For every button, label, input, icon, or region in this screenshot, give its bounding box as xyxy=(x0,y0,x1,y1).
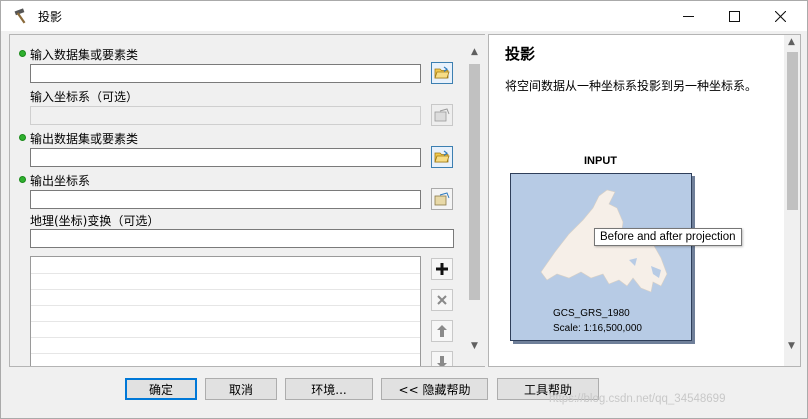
input-dataset-field[interactable] xyxy=(30,64,421,83)
diagram-input-label: INPUT xyxy=(584,155,617,167)
add-button[interactable] xyxy=(431,258,453,280)
cancel-button[interactable]: 取消 xyxy=(205,378,277,400)
scroll-down-icon[interactable]: ▼ xyxy=(471,341,478,351)
coordinate-system-icon xyxy=(434,192,450,206)
input-crs-properties-button[interactable] xyxy=(431,104,453,126)
remove-icon xyxy=(437,295,447,305)
output-dataset-field[interactable] xyxy=(30,148,421,167)
scroll-down-icon[interactable]: ▼ xyxy=(788,341,795,351)
input-map-illustration: GCS_GRS_1980 Scale: 1:16,500,000 xyxy=(510,173,692,341)
environments-button[interactable]: 环境... xyxy=(285,378,373,400)
output-crs-label: 输出坐标系 xyxy=(30,174,91,188)
transform-list[interactable] xyxy=(30,256,421,366)
tool-dialog: 投影 输入数据集或要素类 输入坐标系（可选） 输出数据集或要素类 输出坐标系 地… xyxy=(0,0,808,419)
transform-label: 地理(坐标)变换（可选） xyxy=(30,214,160,228)
close-icon xyxy=(774,10,786,22)
scroll-up-icon[interactable]: ▲ xyxy=(788,37,795,47)
input-dataset-label: 输入数据集或要素类 xyxy=(30,48,139,62)
watermark-text: https://blog.csdn.net/qq_34548699 xyxy=(549,393,726,405)
required-indicator-icon xyxy=(19,50,26,57)
map-gcs-label: GCS_GRS_1980 xyxy=(553,308,630,319)
input-crs-label: 输入坐标系（可选） xyxy=(30,90,139,104)
help-description: 将空间数据从一种坐标系投影到另一种坐标系。 xyxy=(505,79,758,93)
input-dataset-browse-button[interactable] xyxy=(431,62,453,84)
required-indicator-icon xyxy=(19,176,26,183)
list-row-divider xyxy=(31,273,420,274)
output-dataset-label: 输出数据集或要素类 xyxy=(30,132,139,146)
help-pane: 投影 将空间数据从一种坐标系投影到另一种坐标系。 INPUT GCS_GRS_1… xyxy=(488,34,801,367)
map-scale-label: Scale: 1:16,500,000 xyxy=(553,323,642,334)
help-scroll-thumb[interactable] xyxy=(787,52,798,210)
output-crs-properties-button[interactable] xyxy=(431,188,453,210)
remove-button[interactable] xyxy=(431,289,453,311)
hide-help-button[interactable]: << 隐藏帮助 xyxy=(381,378,488,400)
minimize-button[interactable] xyxy=(665,1,711,31)
maximize-button[interactable] xyxy=(711,1,757,31)
help-title: 投影 xyxy=(505,45,536,63)
parameters-scroll-thumb[interactable] xyxy=(469,64,480,300)
ok-button[interactable]: 确定 xyxy=(125,378,197,400)
output-dataset-browse-button[interactable] xyxy=(431,146,453,168)
list-row-divider xyxy=(31,305,420,306)
output-crs-field[interactable] xyxy=(30,190,421,209)
open-folder-icon xyxy=(434,150,450,163)
list-row-divider xyxy=(31,289,420,290)
move-up-button[interactable] xyxy=(431,320,453,342)
minimize-icon xyxy=(682,15,694,17)
transform-combo[interactable] xyxy=(30,229,454,248)
move-down-button[interactable] xyxy=(431,351,453,366)
window-title: 投影 xyxy=(38,10,63,24)
add-icon xyxy=(436,263,448,275)
coordinate-system-icon xyxy=(434,108,450,122)
maximize-icon xyxy=(728,10,740,22)
move-down-icon xyxy=(437,356,447,366)
diagram-tooltip: Before and after projection xyxy=(594,228,742,246)
input-crs-field[interactable] xyxy=(30,106,421,125)
open-folder-icon xyxy=(434,66,450,79)
list-row-divider xyxy=(31,353,420,354)
scroll-up-icon[interactable]: ▲ xyxy=(471,47,478,57)
move-up-icon xyxy=(437,325,447,337)
hammer-icon xyxy=(14,8,26,24)
close-button[interactable] xyxy=(757,1,803,31)
list-row-divider xyxy=(31,321,420,322)
required-indicator-icon xyxy=(19,134,26,141)
parameters-pane: 输入数据集或要素类 输入坐标系（可选） 输出数据集或要素类 输出坐标系 地理(坐… xyxy=(9,34,485,367)
list-row-divider xyxy=(31,337,420,338)
title-bar[interactable]: 投影 xyxy=(1,1,807,31)
